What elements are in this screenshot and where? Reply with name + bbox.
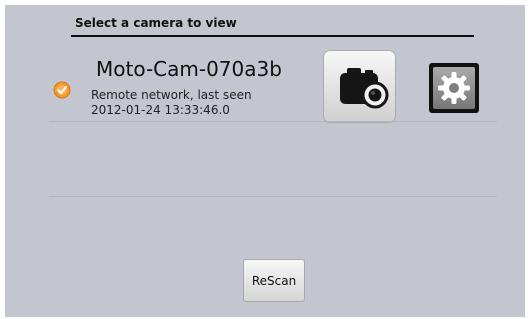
header-divider: [71, 35, 474, 37]
camera-status: Remote network, last seen 2012-01-24 13:…: [91, 88, 252, 118]
view-camera-button[interactable]: [323, 50, 396, 123]
camera-settings-button[interactable]: [429, 63, 479, 113]
camera-select-screen: Select a camera to view Moto-Cam-070a3b …: [5, 5, 525, 317]
gear-icon: [438, 72, 470, 104]
camera-icon: [340, 68, 389, 109]
camera-status-last-seen: 2012-01-24 13:33:46.0: [91, 103, 230, 117]
list-divider: [49, 121, 497, 122]
orange-check-icon: [53, 81, 71, 99]
list-divider: [49, 196, 497, 197]
camera-status-network: Remote network, last seen: [91, 88, 252, 102]
rescan-button[interactable]: ReScan: [243, 259, 305, 302]
page-title: Select a camera to view: [75, 16, 237, 30]
camera-name: Moto-Cam-070a3b: [96, 57, 282, 81]
